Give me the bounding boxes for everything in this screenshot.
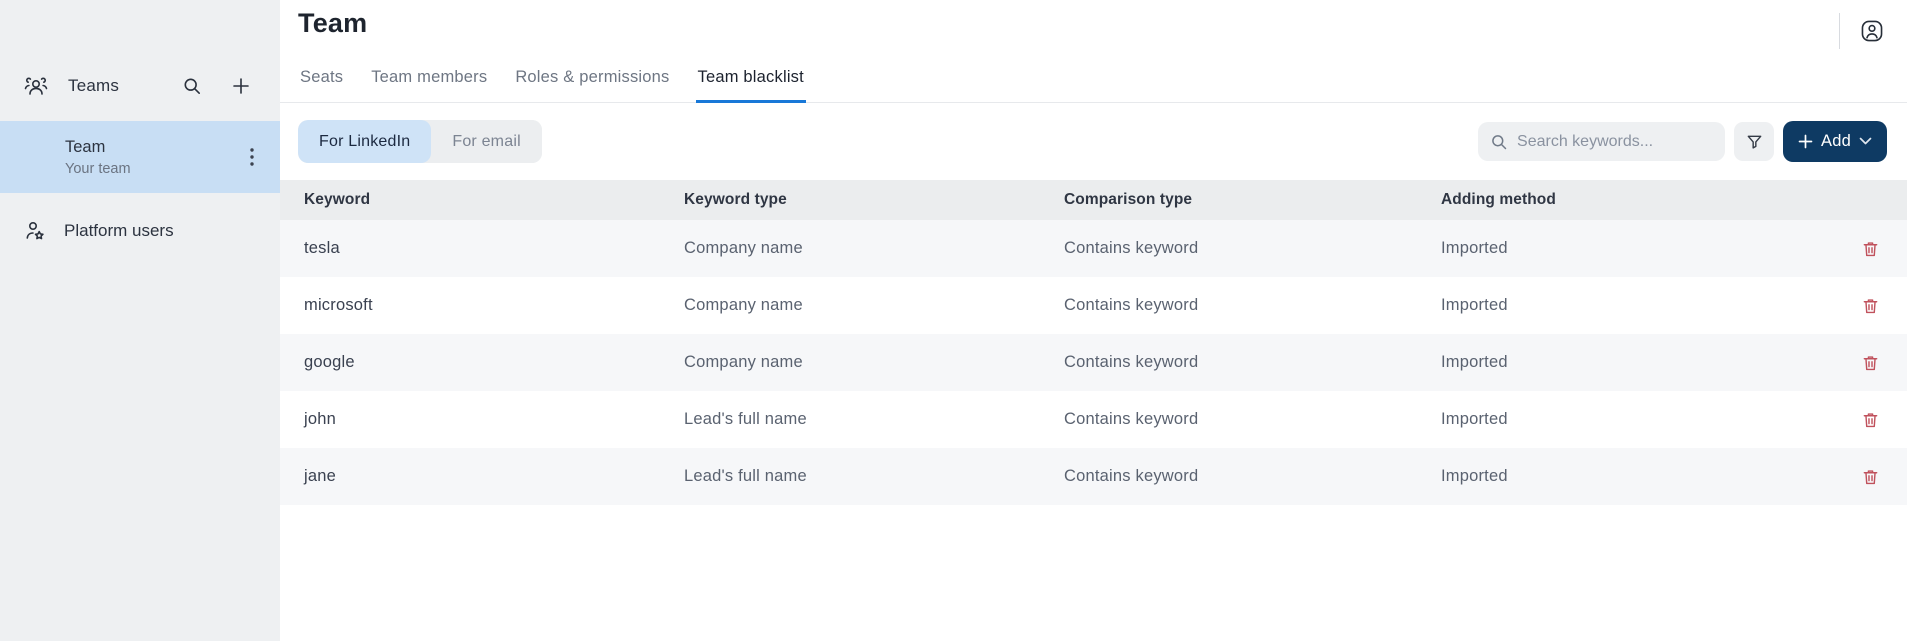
search-input[interactable]	[1517, 133, 1724, 151]
sidebar-title: Teams	[68, 76, 119, 96]
delete-keyword-button[interactable]	[1859, 351, 1882, 375]
platform-users-label: Platform users	[64, 221, 174, 241]
toolbar-right: Add	[1478, 121, 1887, 162]
trash-icon	[1862, 411, 1879, 429]
cell-keyword: jane	[304, 467, 684, 486]
tab-bar: Seats Team members Roles & permissions T…	[280, 55, 1907, 103]
tab-team-members[interactable]: Team members	[369, 55, 489, 103]
table-body: tesla Company name Contains keyword Impo…	[280, 220, 1907, 505]
column-header-adding-method: Adding method	[1441, 191, 1822, 209]
cell-adding-method: Imported	[1441, 296, 1822, 315]
filter-for-linkedin[interactable]: For LinkedIn	[298, 120, 431, 163]
search-teams-button[interactable]	[180, 74, 204, 98]
table-row: jane Lead's full name Contains keyword I…	[280, 448, 1907, 505]
magnifier-icon	[1490, 133, 1508, 151]
funnel-icon	[1745, 132, 1764, 151]
plus-icon	[232, 77, 250, 95]
search-box	[1478, 122, 1725, 161]
cell-keyword: microsoft	[304, 296, 684, 315]
cell-keyword: google	[304, 353, 684, 372]
cell-comparison-type: Contains keyword	[1064, 410, 1441, 429]
team-name: Team	[65, 138, 131, 157]
table-header-row: Keyword Keyword type Comparison type Add…	[280, 180, 1907, 220]
cell-keyword-type: Company name	[684, 353, 1064, 372]
plus-icon	[1798, 134, 1813, 149]
team-options-button[interactable]	[248, 146, 256, 168]
toolbar: For LinkedIn For email	[298, 120, 1887, 163]
table-row: john Lead's full name Contains keyword I…	[280, 391, 1907, 448]
team-description: Your team	[65, 161, 131, 177]
tab-team-blacklist[interactable]: Team blacklist	[696, 55, 806, 103]
table-row: tesla Company name Contains keyword Impo…	[280, 220, 1907, 277]
table-row: google Company name Contains keyword Imp…	[280, 334, 1907, 391]
tab-seats[interactable]: Seats	[298, 55, 345, 103]
cell-keyword-type: Lead's full name	[684, 410, 1064, 429]
cell-comparison-type: Contains keyword	[1064, 296, 1441, 315]
cell-comparison-type: Contains keyword	[1064, 467, 1441, 486]
trash-icon	[1862, 297, 1879, 315]
add-button[interactable]: Add	[1783, 121, 1887, 162]
chevron-down-icon	[1859, 137, 1872, 146]
main-content: Team Seats Team members Roles & permissi…	[280, 0, 1907, 641]
delete-keyword-button[interactable]	[1859, 294, 1882, 318]
add-button-label: Add	[1821, 132, 1851, 151]
sidebar-item-platform-users[interactable]: Platform users	[0, 205, 280, 257]
delete-keyword-button[interactable]	[1859, 237, 1882, 261]
tab-roles-permissions[interactable]: Roles & permissions	[513, 55, 671, 103]
app-window: Teams Team Your team	[0, 0, 1907, 641]
cell-comparison-type: Contains keyword	[1064, 239, 1441, 258]
blacklist-table: Keyword Keyword type Comparison type Add…	[280, 180, 1907, 505]
trash-icon	[1862, 468, 1879, 486]
add-team-button[interactable]	[230, 75, 252, 97]
search-icon	[182, 76, 202, 96]
cell-keyword: tesla	[304, 239, 684, 258]
cell-comparison-type: Contains keyword	[1064, 353, 1441, 372]
page-title: Team	[298, 8, 367, 39]
cell-keyword-type: Company name	[684, 239, 1064, 258]
sidebar-item-team[interactable]: Team Your team	[0, 121, 280, 193]
topbar-right	[1839, 12, 1887, 50]
column-header-keyword: Keyword	[304, 191, 684, 209]
topbar-divider	[1839, 13, 1840, 49]
cell-adding-method: Imported	[1441, 353, 1822, 372]
trash-icon	[1862, 240, 1879, 258]
filter-segmented-control: For LinkedIn For email	[298, 120, 542, 163]
cell-adding-method: Imported	[1441, 239, 1822, 258]
cell-keyword: john	[304, 410, 684, 429]
cell-keyword-type: Lead's full name	[684, 467, 1064, 486]
trash-icon	[1862, 354, 1879, 372]
cell-keyword-type: Company name	[684, 296, 1064, 315]
sidebar: Teams Team Your team	[0, 0, 280, 641]
filter-button[interactable]	[1734, 122, 1774, 161]
account-button[interactable]	[1857, 16, 1887, 46]
sidebar-header: Teams	[0, 68, 280, 104]
cell-adding-method: Imported	[1441, 410, 1822, 429]
user-star-icon	[23, 219, 47, 243]
column-header-keyword-type: Keyword type	[684, 191, 1064, 209]
kebab-menu-icon	[250, 148, 254, 166]
teams-icon	[23, 74, 49, 98]
table-row: microsoft Company name Contains keyword …	[280, 277, 1907, 334]
cell-adding-method: Imported	[1441, 467, 1822, 486]
delete-keyword-button[interactable]	[1859, 465, 1882, 489]
user-avatar-icon	[1859, 18, 1885, 44]
column-header-comparison-type: Comparison type	[1064, 191, 1441, 209]
filter-for-email[interactable]: For email	[431, 120, 541, 163]
delete-keyword-button[interactable]	[1859, 408, 1882, 432]
